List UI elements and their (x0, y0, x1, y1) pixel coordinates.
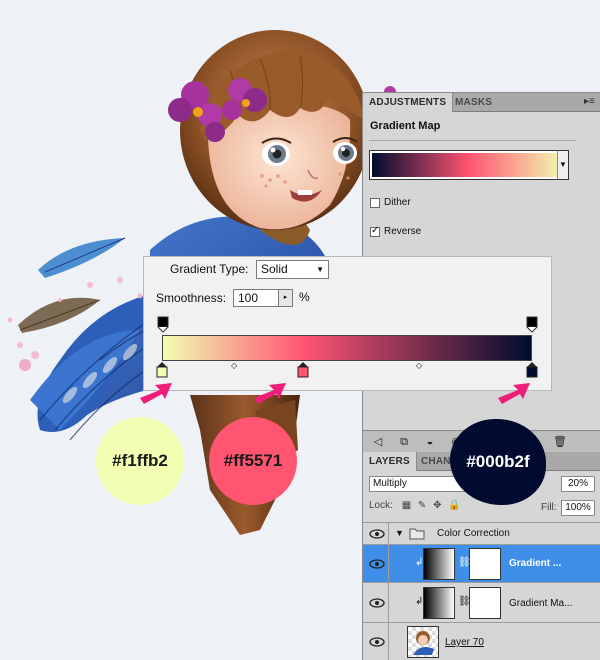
arrow-icon (254, 383, 286, 404)
color-swatch-light: #f1ffb2 (96, 417, 184, 505)
swatch-hex-label: #000b2f (466, 452, 530, 471)
pink-arrows (140, 383, 530, 404)
swatch-hex-label: #f1ffb2 (112, 451, 168, 470)
annotation-layer (140, 383, 530, 404)
arrow-icon (140, 383, 172, 404)
color-swatch-navy: #000b2f (450, 419, 546, 505)
swatch-hex-label: #ff5571 (223, 451, 283, 470)
color-swatch-pink: #ff5571 (209, 417, 297, 505)
arrow-icon (498, 383, 530, 404)
